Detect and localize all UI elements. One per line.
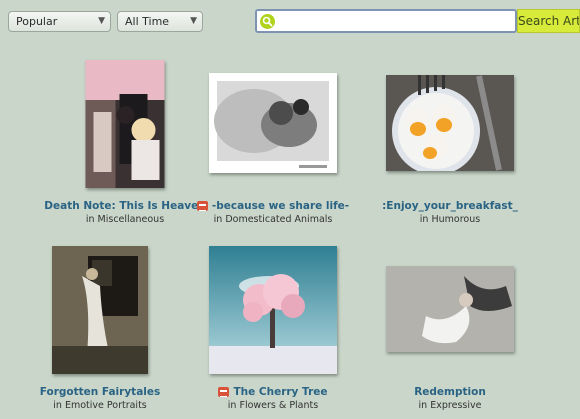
category-link[interactable]: Emotive Portraits: [65, 400, 147, 411]
search-art-button[interactable]: Search Art: [517, 9, 580, 33]
deviation-category: in Domesticated Animals: [213, 214, 333, 225]
time-dropdown[interactable]: All Time ▼: [117, 11, 203, 32]
deviation-thumbnail[interactable]: [85, 60, 165, 188]
deviation-card[interactable]: The Cherry Tree in Flowers & Plants: [178, 244, 368, 411]
deviation-title: -because we share life-: [211, 200, 350, 212]
deviation-thumbnail[interactable]: [52, 246, 148, 374]
search-input[interactable]: [279, 12, 513, 30]
search-icon: [260, 14, 275, 29]
daily-deviation-icon: [196, 201, 208, 211]
deviation-thumbnail[interactable]: [386, 75, 514, 171]
deviation-thumbnail[interactable]: [209, 73, 337, 173]
deviation-title: The Cherry Tree: [233, 386, 328, 398]
sort-dropdown-value: Popular: [16, 15, 58, 28]
deviation-title-link[interactable]: -because we share life-: [178, 200, 368, 212]
category-link[interactable]: Miscellaneous: [98, 214, 165, 225]
category-link[interactable]: Humorous: [431, 214, 480, 225]
deviation-title: Redemption: [414, 386, 486, 398]
deviation-card[interactable]: :Enjoy_your_breakfast_ in Humorous: [355, 58, 545, 225]
category-link[interactable]: Domesticated Animals: [225, 214, 332, 225]
deviation-title: Forgotten Fairytales: [39, 386, 161, 398]
chevron-down-icon: ▼: [190, 16, 197, 26]
daily-deviation-icon: [218, 387, 230, 397]
deviation-title-link[interactable]: Redemption: [355, 386, 545, 398]
deviation-title: :Enjoy_your_breakfast_: [382, 200, 518, 212]
category-link[interactable]: Expressive: [430, 400, 481, 411]
deviation-thumbnail[interactable]: [386, 266, 514, 352]
deviation-card[interactable]: Redemption in Expressive: [355, 244, 545, 411]
deviation-category: in Emotive Portraits: [53, 400, 147, 411]
category-link[interactable]: Flowers & Plants: [239, 400, 318, 411]
deviation-title-link[interactable]: :Enjoy_your_breakfast_: [355, 200, 545, 212]
deviation-title-link[interactable]: Forgotten Fairytales: [5, 386, 195, 398]
deviation-card[interactable]: Forgotten Fairytales in Emotive Portrait…: [5, 244, 195, 411]
time-dropdown-value: All Time: [125, 15, 170, 28]
search-box: [255, 9, 517, 33]
deviation-category: in Humorous: [419, 214, 481, 225]
chevron-down-icon: ▼: [98, 16, 105, 26]
deviation-category: in Flowers & Plants: [227, 400, 319, 411]
deviation-title-link[interactable]: The Cherry Tree: [178, 386, 368, 398]
deviation-card[interactable]: -because we share life- in Domesticated …: [178, 58, 368, 225]
deviation-thumbnail[interactable]: [209, 246, 337, 374]
deviation-category: in Expressive: [418, 400, 482, 411]
sort-dropdown[interactable]: Popular ▼: [8, 11, 111, 32]
